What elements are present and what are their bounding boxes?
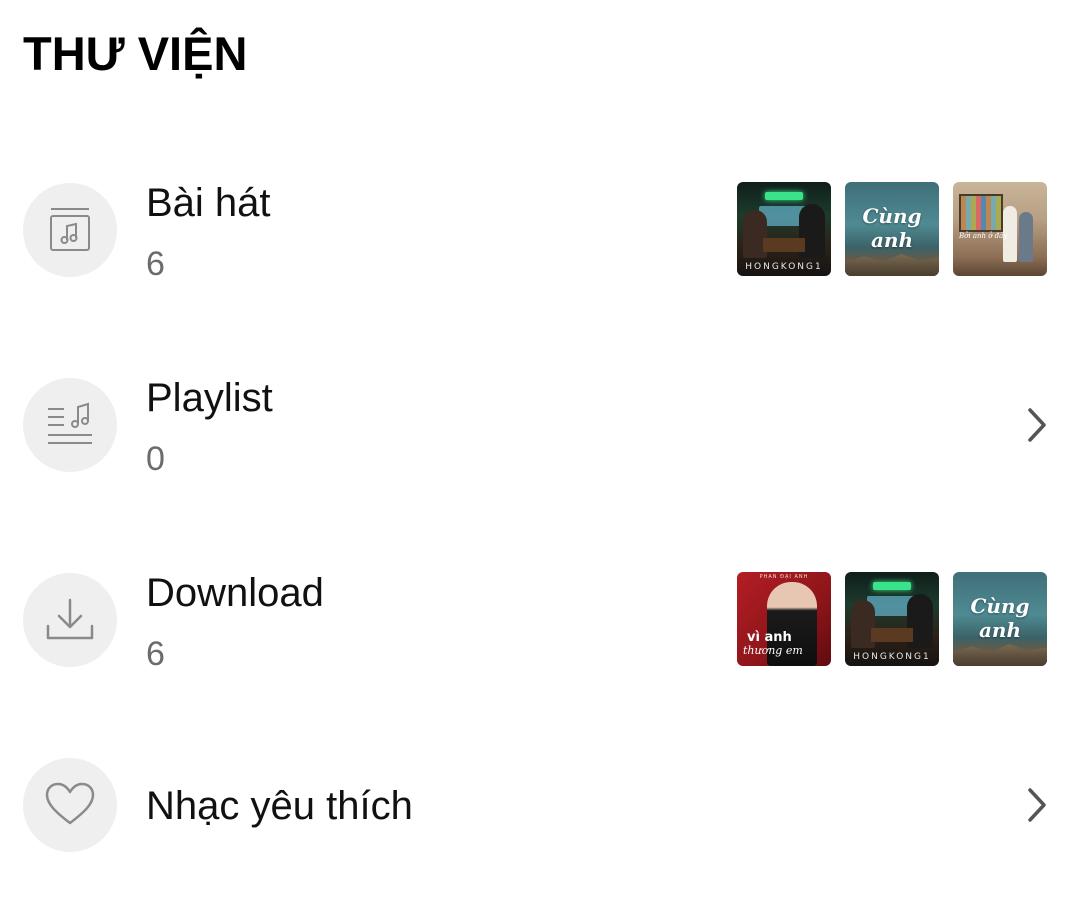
album-thumbnail-caption: thương em: [743, 644, 803, 657]
album-thumbnail[interactable]: Cùng anh: [953, 572, 1047, 666]
album-thumbnail-caption: HONGKONG1: [745, 262, 823, 272]
thumbnail-strip: HONGKONG1 Cùng anh Bởi anh ở đây: [737, 182, 1047, 276]
album-thumbnail-caption: Cùng anh: [862, 204, 922, 252]
heart-icon: [45, 782, 95, 825]
library-item-count: 0: [146, 440, 165, 478]
library-item-download[interactable]: Download 6 PHAN ĐẠI ANH vì anh thương em…: [0, 548, 1069, 688]
library-item-label: Bài hát: [146, 181, 271, 225]
music-box-icon: [50, 208, 90, 251]
playlist-icon-container: [23, 378, 117, 472]
playlist-icon: [48, 402, 92, 444]
download-icon-container: [23, 573, 117, 667]
library-item-songs[interactable]: Bài hát 6 HONGKONG1 Cùng anh Bởi anh ở đ…: [0, 158, 1069, 298]
album-thumbnail[interactable]: Cùng anh: [845, 182, 939, 276]
album-thumbnail[interactable]: PHAN ĐẠI ANH vì anh thương em: [737, 572, 831, 666]
album-thumbnail[interactable]: HONGKONG1: [737, 182, 831, 276]
library-item-favorites[interactable]: Nhạc yêu thích: [0, 735, 1069, 875]
thumbnail-strip: PHAN ĐẠI ANH vì anh thương em HONGKONG1 …: [737, 572, 1047, 666]
songs-icon-container: [23, 183, 117, 277]
album-thumbnail-caption: vì anh: [747, 630, 792, 645]
library-item-label: Playlist: [146, 376, 273, 420]
download-icon: [46, 598, 94, 640]
library-item-label: Nhạc yêu thích: [146, 784, 413, 828]
album-thumbnail-artist: PHAN ĐẠI ANH: [759, 574, 809, 580]
album-thumbnail-caption: HONGKONG1: [853, 652, 931, 662]
favorites-icon-container: [23, 758, 117, 852]
chevron-right-icon[interactable]: [1025, 785, 1049, 825]
library-item-playlist[interactable]: Playlist 0: [0, 353, 1069, 493]
library-item-label: Download: [146, 571, 324, 615]
library-item-count: 6: [146, 245, 165, 283]
album-thumbnail[interactable]: Bởi anh ở đây: [953, 182, 1047, 276]
library-item-count: 6: [146, 635, 165, 673]
chevron-right-icon[interactable]: [1025, 405, 1049, 445]
album-thumbnail[interactable]: HONGKONG1: [845, 572, 939, 666]
page-title: THƯ VIỆN: [23, 27, 248, 80]
album-thumbnail-caption: Cùng anh: [970, 594, 1030, 642]
album-thumbnail-caption: Bởi anh ở đây: [959, 232, 1008, 240]
